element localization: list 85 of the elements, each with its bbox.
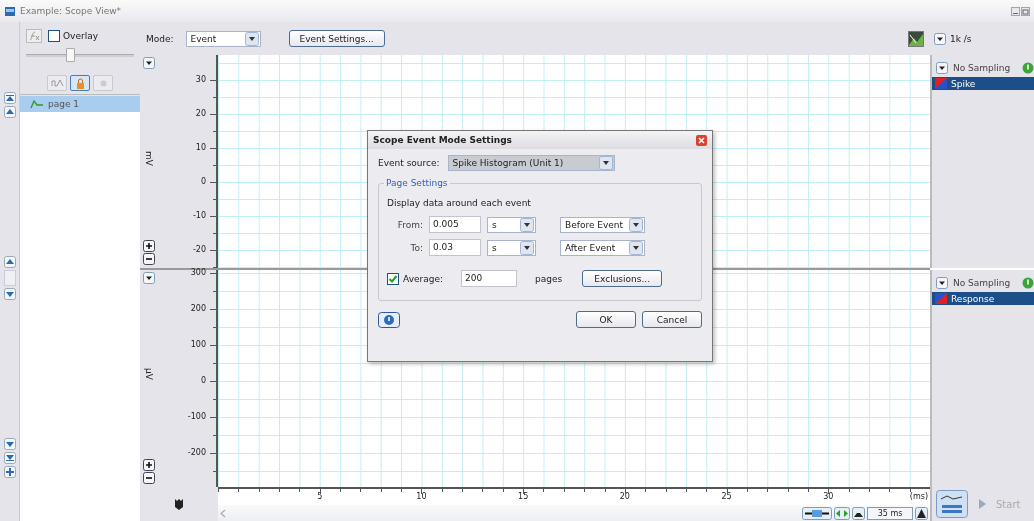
axis-tick-label: 15 [518, 492, 529, 501]
channel-item[interactable]: Spike [932, 77, 1034, 90]
zoom-in-icon[interactable] [143, 459, 155, 471]
zoom-out-icon[interactable] [143, 253, 155, 265]
info-icon[interactable] [1022, 276, 1034, 289]
relation-dropdown[interactable]: Before Event [560, 216, 645, 233]
zoom-icon[interactable] [3, 466, 16, 478]
collapse-icon[interactable] [143, 272, 155, 284]
axis-tick-label: 20 [619, 492, 630, 501]
unit-dropdown[interactable]: s [487, 239, 536, 256]
average-label[interactable]: Average: [403, 273, 443, 284]
exclusions-button[interactable]: Exclusions... [582, 270, 663, 287]
sampling-label: No Sampling [953, 277, 1011, 288]
zoom-in-icon[interactable] [143, 240, 155, 252]
scroll-up-icon[interactable] [3, 256, 16, 268]
zoom-out-icon[interactable] [143, 472, 155, 484]
axis-tick-label: 10 [416, 492, 427, 501]
play-icon [978, 499, 986, 509]
scroll-top-icon[interactable] [3, 92, 16, 104]
cancel-button[interactable]: Cancel [642, 311, 702, 328]
axis-tick-label: -10 [192, 210, 206, 222]
sample-rate-label: 1k /s [950, 33, 972, 44]
checkbox[interactable] [48, 30, 60, 42]
scroll-bottom-icon[interactable] [3, 452, 16, 464]
axis-tick-label: -200 [187, 447, 206, 459]
checkbox[interactable] [387, 272, 399, 285]
waveform-icon [30, 99, 44, 109]
pages-label: pages [535, 273, 563, 284]
axis-tick-label: 10 [195, 142, 206, 154]
peak-icon[interactable] [852, 506, 865, 520]
axis-tick-label: 300 [190, 267, 206, 279]
event-source-label: Event source: [378, 158, 440, 168]
axis-unit: mV [144, 150, 154, 166]
event-settings-button[interactable]: Event Settings... [288, 30, 385, 47]
axis-unit: µV [144, 367, 154, 380]
window-icon [4, 5, 16, 17]
axis-tick-label: 0 [200, 176, 206, 188]
window-title: Example: Scope View* [20, 6, 122, 16]
sampling-label: No Sampling [953, 62, 1011, 73]
collapse-icon[interactable] [143, 57, 155, 69]
dialog-title: Scope Event Mode Settings [373, 135, 512, 145]
capture-icon[interactable] [936, 490, 968, 518]
axis-tick-label: 100 [190, 339, 206, 351]
axis-tick-label: 30 [195, 74, 206, 86]
description-text: Display data around each event [387, 198, 532, 208]
minimize-icon[interactable] [1011, 6, 1020, 16]
axis-tick-label: 30 [823, 492, 834, 501]
triangle-icon[interactable] [915, 506, 928, 520]
scroll-down-icon[interactable] [3, 438, 16, 450]
horizontal-scrollbar[interactable]: 35 ms [218, 505, 930, 521]
axis-tick-label: 20 [195, 108, 206, 120]
marker-icon[interactable] [174, 498, 184, 510]
chart-image-icon[interactable] [908, 30, 924, 47]
time-span-field[interactable]: 35 ms [867, 506, 913, 520]
mode-label: Mode: [146, 33, 174, 44]
mode-dropdown[interactable]: Event [185, 30, 261, 47]
channel-item[interactable]: Response [932, 292, 1034, 305]
overlay-label[interactable]: Overlay [63, 31, 98, 41]
axis-tick-label: 0 [200, 375, 206, 387]
slider-thumb[interactable] [66, 48, 76, 62]
group-title: Page Settings [384, 178, 450, 188]
axis-tick-label: -20 [192, 244, 206, 256]
page-item[interactable]: page 1 [20, 96, 140, 112]
lock-button[interactable] [70, 75, 90, 91]
value-field[interactable]: 0.03 [429, 239, 481, 256]
close-icon[interactable] [696, 134, 707, 146]
help-icon[interactable] [378, 311, 400, 328]
range-label: To: [409, 242, 423, 253]
value-field[interactable]: 0.005 [429, 216, 481, 233]
scroll-down-icon[interactable] [3, 288, 16, 300]
axis-tick-label: -100 [187, 411, 206, 423]
event-source-dropdown[interactable]: Spike Histogram (Unit 1) [447, 155, 615, 171]
scroll-up-icon[interactable] [3, 106, 16, 118]
unit-dropdown[interactable]: s [487, 216, 536, 233]
axis-tick-label: 200 [190, 303, 206, 315]
fit-width-icon[interactable] [802, 506, 832, 520]
restore-icon[interactable] [1021, 6, 1030, 16]
relation-dropdown[interactable]: After Event [560, 239, 645, 256]
axis-unit: (ms) [909, 492, 928, 501]
dot-button[interactable] [93, 75, 113, 91]
average-field[interactable]: 200 [461, 270, 517, 287]
info-icon[interactable] [1022, 61, 1034, 74]
scroll-thumb[interactable] [3, 270, 16, 286]
ok-button[interactable]: OK [576, 311, 636, 328]
range-label: From: [396, 219, 423, 230]
